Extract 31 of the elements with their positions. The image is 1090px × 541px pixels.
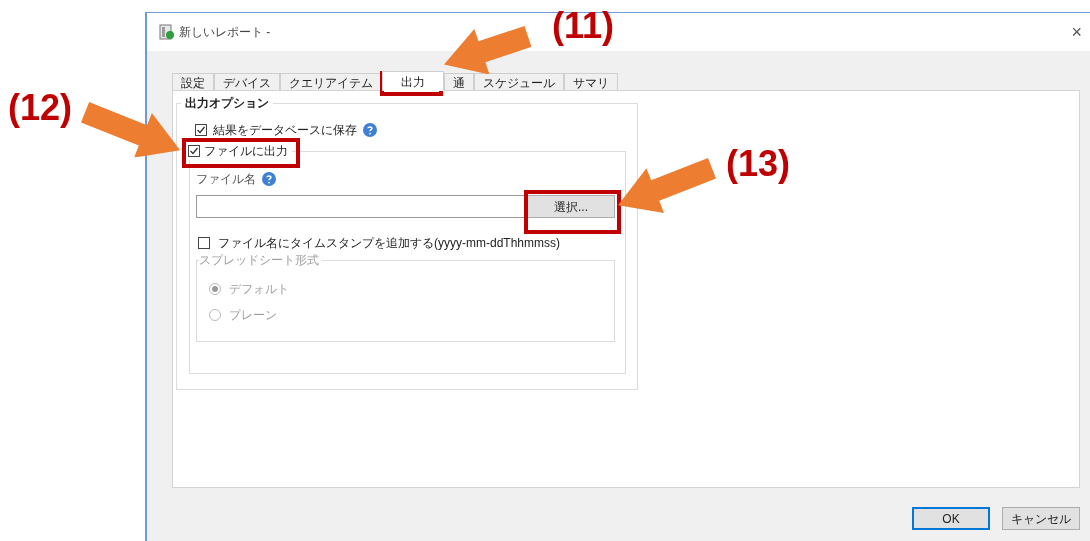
checkbox-label: 結果をデータベースに保存 <box>213 122 357 139</box>
field-label: ファイル名 <box>196 171 256 188</box>
checkbox[interactable] <box>188 145 200 157</box>
select-button[interactable]: 選択... <box>527 195 615 218</box>
tab[interactable]: デバイス <box>214 73 280 91</box>
group-title: 出力オプション <box>184 95 270 112</box>
dialog-button[interactable]: キャンセル <box>1002 507 1080 530</box>
checkbox[interactable] <box>195 124 207 136</box>
help-icon[interactable] <box>363 123 377 137</box>
radio-label: デフォルト <box>229 281 289 298</box>
tab[interactable]: クエリアイテム <box>280 73 382 91</box>
tab[interactable]: 出力 <box>382 71 444 91</box>
tab[interactable]: サマリ <box>564 73 618 91</box>
callout-label: (11) <box>552 8 615 44</box>
tab[interactable]: 通 <box>444 73 474 91</box>
dialog-button[interactable]: OK <box>912 507 990 530</box>
tab[interactable]: スケジュール <box>474 73 564 91</box>
group-title: スプレッドシート形式 <box>199 252 320 269</box>
checkbox-label: ファイル名にタイムスタンプを追加する(yyyy-mm-ddThhmmss) <box>218 235 560 252</box>
checkbox[interactable] <box>198 237 210 249</box>
tab[interactable]: 設定 <box>172 73 214 91</box>
callout-label: (12) <box>8 90 73 126</box>
window-title: 新しいレポート - <box>179 24 271 41</box>
close-button[interactable]: × <box>1069 23 1084 41</box>
highlight-box <box>380 71 443 96</box>
callout-label: (13) <box>726 146 791 182</box>
report-icon <box>159 24 175 40</box>
file-name-field[interactable] <box>196 195 527 218</box>
help-icon[interactable] <box>262 172 276 186</box>
radio-label: プレーン <box>229 307 277 324</box>
checkbox-label: ファイルに出力 <box>204 143 288 160</box>
